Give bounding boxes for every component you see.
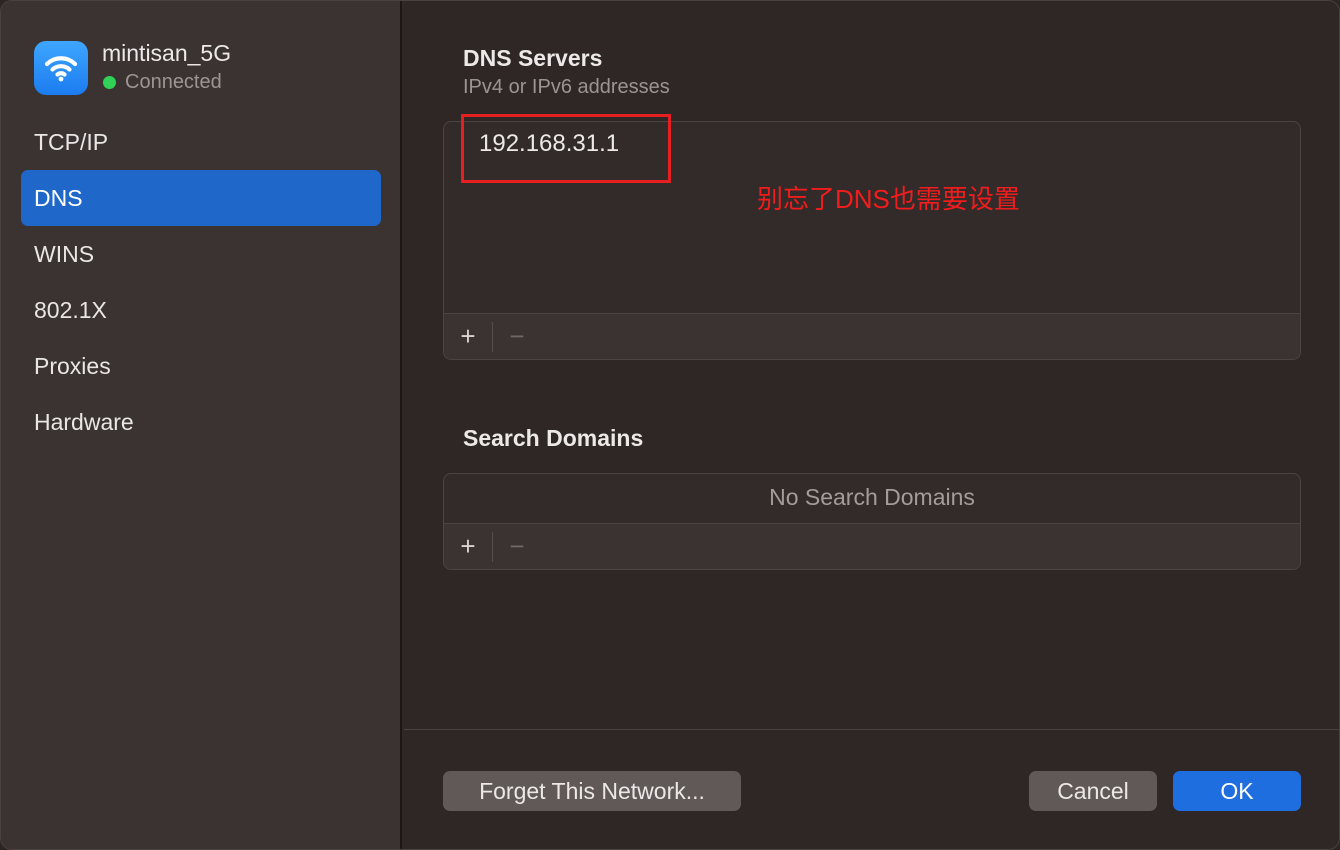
network-header: mintisan_5G Connected <box>34 39 374 95</box>
sidebar-item-wins[interactable]: WINS <box>21 226 381 282</box>
network-status-row: Connected <box>103 71 222 94</box>
network-status: Connected <box>125 71 222 93</box>
sidebar-item-8021x[interactable]: 802.1X <box>21 282 381 338</box>
annotation-highlight-box <box>461 114 671 183</box>
search-domains-controls: + − <box>444 523 1300 569</box>
dns-servers-subtitle: IPv4 or IPv6 addresses <box>463 76 670 98</box>
dns-panel: DNS Servers IPv4 or IPv6 addresses 192.1… <box>404 1 1339 849</box>
remove-search-domain-button[interactable]: − <box>493 524 541 570</box>
search-domains-empty-text: No Search Domains <box>769 484 975 510</box>
cancel-button[interactable]: Cancel <box>1029 771 1157 811</box>
annotation-text: 别忘了DNS也需要设置 <box>757 184 1020 214</box>
wifi-icon <box>34 41 88 95</box>
ok-button[interactable]: OK <box>1173 771 1301 811</box>
sidebar: mintisan_5G Connected TCP/IP DNS WINS 80… <box>1 1 402 849</box>
search-domains-list[interactable]: No Search Domains + − <box>443 473 1301 570</box>
remove-dns-button[interactable]: − <box>493 314 541 360</box>
sidebar-item-proxies[interactable]: Proxies <box>21 338 381 394</box>
sidebar-item-hardware[interactable]: Hardware <box>21 394 381 450</box>
add-search-domain-button[interactable]: + <box>444 524 492 570</box>
sidebar-item-dns[interactable]: DNS <box>21 170 381 226</box>
network-settings-window: mintisan_5G Connected TCP/IP DNS WINS 80… <box>0 0 1340 850</box>
sidebar-nav: TCP/IP DNS WINS 802.1X Proxies Hardware <box>21 114 381 450</box>
status-dot-icon <box>103 76 116 89</box>
sidebar-item-tcpip[interactable]: TCP/IP <box>21 114 381 170</box>
dns-list-controls: + − <box>444 313 1300 359</box>
dns-servers-title: DNS Servers <box>463 45 603 71</box>
footer-divider <box>404 729 1339 730</box>
network-name: mintisan_5G <box>102 40 232 66</box>
search-domains-title: Search Domains <box>463 425 644 451</box>
forget-network-button[interactable]: Forget This Network... <box>443 771 741 811</box>
add-dns-button[interactable]: + <box>444 314 492 360</box>
